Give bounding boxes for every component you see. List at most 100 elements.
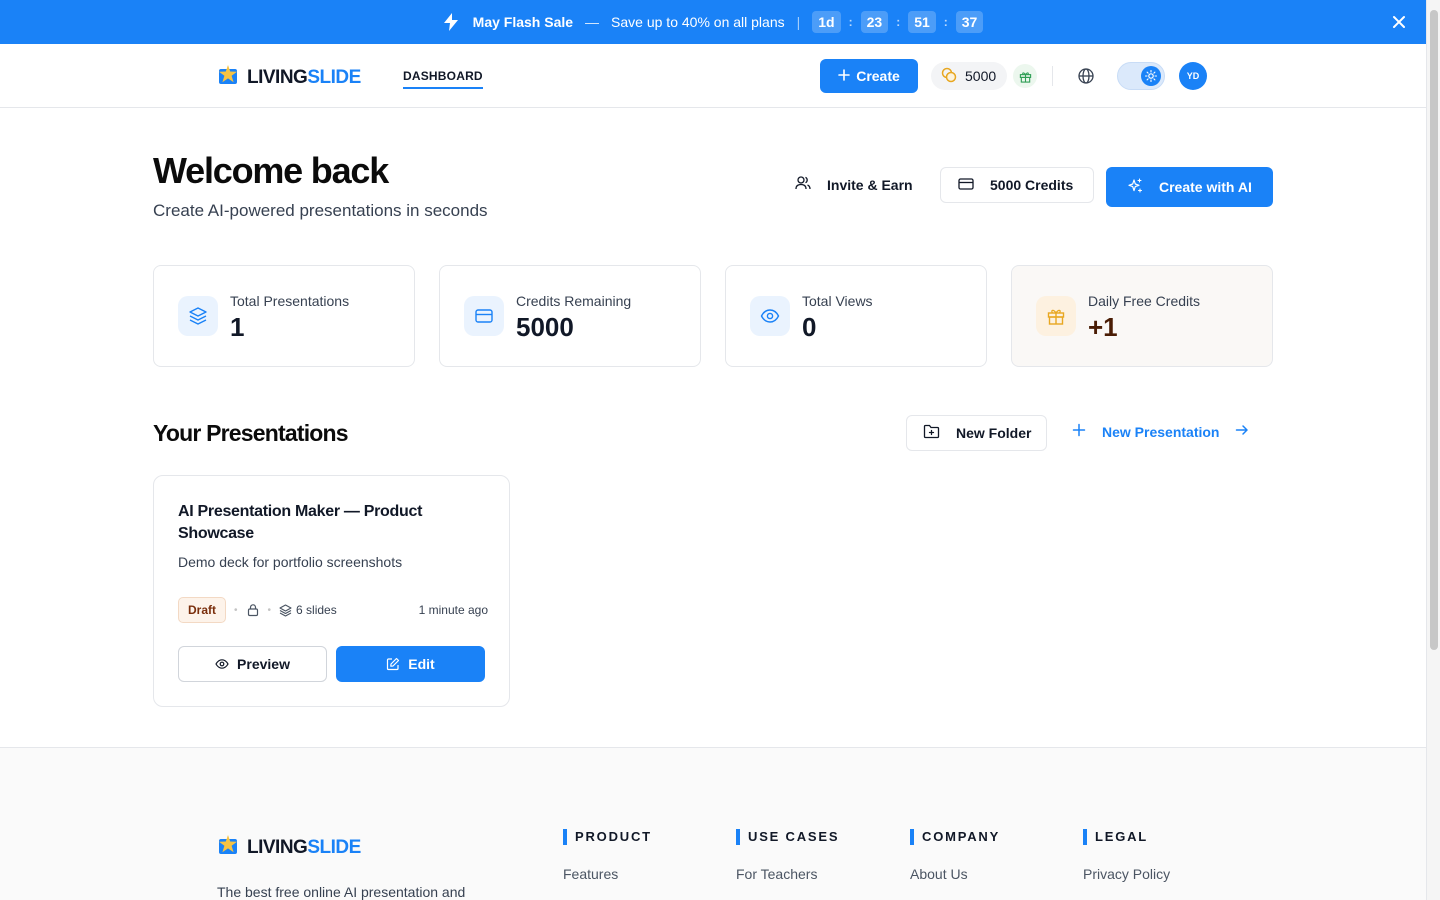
promo-message: Save up to 40% on all plans xyxy=(611,14,785,30)
timer-colon: : xyxy=(943,15,948,29)
timer-seconds: 37 xyxy=(955,11,984,33)
plus-icon xyxy=(838,68,851,84)
eye-icon xyxy=(750,296,790,336)
edit-label: Edit xyxy=(408,656,435,672)
footer-column-company: COMPANY About Us xyxy=(910,829,1000,882)
edit-icon xyxy=(386,657,400,671)
plus-icon xyxy=(1072,423,1086,440)
stat-value: +1 xyxy=(1088,312,1118,342)
logo-text-slide: SLIDE xyxy=(307,67,361,88)
slides-count-label: 6 slides xyxy=(296,603,337,617)
edit-button[interactable]: Edit xyxy=(336,646,485,682)
footer-heading: LEGAL xyxy=(1083,829,1170,845)
footer-column-legal: LEGAL Privacy Policy xyxy=(1083,829,1170,882)
invite-earn-label: Invite & Earn xyxy=(827,176,913,193)
folder-plus-icon xyxy=(923,424,940,442)
timer-hours: 23 xyxy=(860,11,889,33)
lightning-icon xyxy=(443,13,459,31)
invite-earn-button[interactable]: Invite & Earn xyxy=(795,175,913,194)
updated-time: 1 minute ago xyxy=(418,603,488,617)
brand-logo[interactable]: LIVINGSLIDE xyxy=(217,64,361,92)
create-button[interactable]: Create xyxy=(820,59,918,93)
footer-link[interactable]: Privacy Policy xyxy=(1083,866,1170,882)
timer-days: 1d xyxy=(812,11,841,33)
timer-colon: : xyxy=(896,15,901,29)
avatar[interactable]: YD xyxy=(1179,62,1207,90)
credits-button[interactable]: 5000 Credits xyxy=(940,167,1094,203)
close-icon[interactable] xyxy=(1390,13,1408,31)
layers-icon xyxy=(279,603,292,617)
create-with-ai-button[interactable]: Create with AI xyxy=(1106,167,1273,207)
create-button-label: Create xyxy=(856,68,900,84)
footer-link[interactable]: About Us xyxy=(910,866,1000,882)
logo-icon xyxy=(217,834,239,862)
stat-value: 0 xyxy=(802,312,817,342)
meta-separator: • xyxy=(234,604,238,616)
layers-icon xyxy=(178,296,218,336)
promo-title: May Flash Sale xyxy=(472,14,574,30)
promo-dash: — xyxy=(585,14,600,30)
footer-logo[interactable]: LIVINGSLIDE xyxy=(217,834,361,862)
users-icon xyxy=(795,175,811,194)
nav-dashboard[interactable]: DASHBOARD xyxy=(403,69,483,89)
sun-icon xyxy=(1141,66,1161,86)
presentation-meta: Draft • • 6 slides 1 minute ago xyxy=(178,597,488,623)
stat-value: 1 xyxy=(230,312,245,342)
create-with-ai-label: Create with AI xyxy=(1159,179,1252,195)
stat-value: 5000 xyxy=(516,312,574,342)
footer-heading: COMPANY xyxy=(910,829,1000,845)
lock-icon xyxy=(246,603,260,617)
credits-button-label: 5000 Credits xyxy=(990,177,1074,193)
footer-column-product: PRODUCT Features xyxy=(563,829,652,882)
header-divider xyxy=(1052,66,1053,86)
footer-heading: USE CASES xyxy=(736,829,839,845)
stat-label: Total Views xyxy=(802,293,873,309)
stat-label: Total Presentations xyxy=(230,293,350,309)
timer-minutes: 51 xyxy=(908,11,936,33)
eye-icon xyxy=(215,658,229,670)
new-folder-button[interactable]: New Folder xyxy=(906,415,1047,451)
footer: LIVINGSLIDE The best free online AI pres… xyxy=(0,747,1426,900)
credit-card-icon xyxy=(464,296,504,336)
credit-card-icon xyxy=(958,177,974,194)
timer-colon: : xyxy=(848,15,853,29)
stat-card-total-presentations: Total Presentations 1 xyxy=(153,265,415,367)
presentation-description: Demo deck for portfolio screenshots xyxy=(178,554,403,570)
logo-text-living: LIVING xyxy=(247,67,308,88)
new-presentation-link[interactable]: New Presentation xyxy=(1072,423,1249,440)
footer-column-use-cases: USE CASES For Teachers xyxy=(736,829,839,882)
preview-button[interactable]: Preview xyxy=(178,646,327,682)
presentation-card[interactable]: AI Presentation Maker — Product Showcase… xyxy=(153,475,510,707)
scrollbar-thumb[interactable] xyxy=(1430,10,1438,650)
stat-label: Daily Free Credits xyxy=(1088,293,1201,309)
top-header: LIVINGSLIDE DASHBOARD Create 5000 YD xyxy=(0,44,1426,108)
stat-card-credits-remaining: Credits Remaining 5000 xyxy=(439,265,701,367)
presentation-title[interactable]: AI Presentation Maker — Product Showcase xyxy=(178,501,478,545)
footer-description: The best free online AI presentation and xyxy=(217,884,466,900)
theme-toggle[interactable] xyxy=(1117,62,1165,90)
section-title: Your Presentations xyxy=(153,420,349,446)
coins-icon xyxy=(941,67,957,86)
globe-icon[interactable] xyxy=(1077,67,1095,85)
logo-icon xyxy=(217,64,239,92)
promo-banner: May Flash Sale — Save up to 40% on all p… xyxy=(0,0,1426,44)
page-scrollbar[interactable] xyxy=(1426,0,1440,900)
new-presentation-label: New Presentation xyxy=(1102,423,1220,440)
status-badge: Draft xyxy=(178,597,227,623)
gift-icon xyxy=(1036,296,1076,336)
stat-card-daily-free-credits: Daily Free Credits +1 xyxy=(1011,265,1273,367)
footer-link[interactable]: For Teachers xyxy=(736,866,839,882)
logo-text-living: LIVING xyxy=(247,837,308,858)
meta-separator: • xyxy=(267,604,272,616)
slides-count: 6 slides xyxy=(279,603,337,617)
footer-heading: PRODUCT xyxy=(563,829,652,845)
stat-card-total-views: Total Views 0 xyxy=(725,265,987,367)
stat-label: Credits Remaining xyxy=(516,293,632,309)
sparkles-icon xyxy=(1127,177,1143,197)
preview-label: Preview xyxy=(237,656,290,672)
gift-icon[interactable] xyxy=(1013,64,1037,88)
page-title: Welcome back xyxy=(153,150,389,191)
page-subtitle: Create AI-powered presentations in secon… xyxy=(153,201,488,220)
credit-balance[interactable]: 5000 xyxy=(931,62,1007,90)
footer-link[interactable]: Features xyxy=(563,866,652,882)
